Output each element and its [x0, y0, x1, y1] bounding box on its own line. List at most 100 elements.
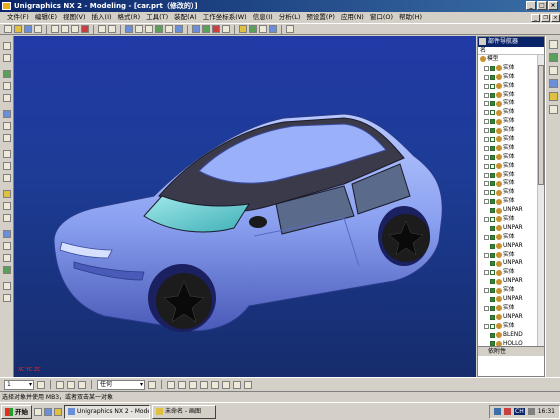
visibility-checkbox[interactable]: [490, 243, 495, 249]
visibility-checkbox[interactable]: [490, 92, 495, 98]
ime-indicator[interactable]: CH: [514, 408, 525, 415]
tangent-icon[interactable]: [244, 380, 252, 389]
blend-icon[interactable]: [3, 150, 11, 158]
visibility-checkbox[interactable]: [490, 225, 495, 231]
menu-format[interactable]: 格式(R): [115, 12, 144, 23]
existing-point-icon[interactable]: [233, 380, 241, 389]
copy-icon[interactable]: [61, 25, 69, 33]
visibility-checkbox[interactable]: [490, 261, 495, 267]
expand-icon[interactable]: [484, 199, 489, 205]
cone-icon[interactable]: [3, 254, 11, 262]
layer-icon[interactable]: [222, 25, 230, 33]
menu-application[interactable]: 应用(N): [338, 12, 367, 23]
expand-icon[interactable]: [484, 172, 489, 178]
delete-icon[interactable]: [81, 25, 89, 33]
visibility-checkbox[interactable]: [490, 190, 495, 196]
rotate-icon[interactable]: [155, 25, 163, 33]
layer-select[interactable]: 1: [4, 379, 34, 390]
tree-item[interactable]: 实体: [480, 304, 538, 313]
zoom-icon[interactable]: [135, 25, 143, 33]
snap-end-icon[interactable]: [67, 380, 75, 389]
shaded-icon[interactable]: [202, 25, 210, 33]
car-model[interactable]: [14, 36, 476, 377]
shell-icon[interactable]: [3, 174, 11, 182]
hole-icon[interactable]: [3, 94, 11, 102]
tree-item[interactable]: UNPAR: [480, 313, 538, 322]
visibility-checkbox[interactable]: [490, 332, 495, 338]
sphere-icon[interactable]: [3, 266, 11, 274]
expand-icon[interactable]: [484, 234, 489, 240]
start-button[interactable]: 开始: [1, 404, 32, 419]
roles-icon[interactable]: [549, 105, 558, 114]
volume-icon[interactable]: [527, 408, 535, 415]
save-icon[interactable]: [24, 25, 32, 33]
paste-icon[interactable]: [71, 25, 79, 33]
visibility-checkbox[interactable]: [490, 234, 495, 240]
task-unigraphics[interactable]: Unigraphics NX 2 - Modeli...: [64, 404, 150, 419]
visibility-checkbox[interactable]: [490, 314, 495, 320]
chamfer-icon[interactable]: [3, 162, 11, 170]
visibility-checkbox[interactable]: [490, 74, 495, 80]
expand-icon[interactable]: [484, 181, 489, 187]
visibility-checkbox[interactable]: [490, 119, 495, 125]
tree-item[interactable]: 实体: [480, 179, 538, 188]
expand-icon[interactable]: [484, 252, 489, 258]
sketch-icon[interactable]: [3, 42, 11, 50]
maximize-button[interactable]: □: [537, 1, 547, 10]
expand-icon[interactable]: [484, 270, 489, 276]
unite-icon[interactable]: [3, 190, 11, 198]
layer-settings-icon[interactable]: [37, 380, 45, 389]
menu-window[interactable]: 窗口(O): [367, 12, 396, 23]
intersection-icon[interactable]: [222, 380, 230, 389]
pocket-icon[interactable]: [3, 122, 11, 130]
expand-icon[interactable]: [484, 101, 489, 107]
expand-icon[interactable]: [484, 136, 489, 142]
refresh-icon[interactable]: [175, 25, 183, 33]
select-all-icon[interactable]: [148, 380, 156, 389]
palette-icon[interactable]: [549, 92, 558, 101]
quicklaunch-explorer-icon[interactable]: [54, 407, 62, 416]
expand-icon[interactable]: [484, 92, 489, 98]
expand-icon[interactable]: [484, 216, 489, 222]
cut-icon[interactable]: [51, 25, 59, 33]
visibility-checkbox[interactable]: [490, 323, 495, 329]
expand-icon[interactable]: [484, 83, 489, 89]
visibility-checkbox[interactable]: [490, 65, 495, 71]
tree-item[interactable]: 实体: [480, 188, 538, 197]
tree-item[interactable]: 实体: [480, 108, 538, 117]
line-icon[interactable]: [167, 380, 175, 389]
visibility-checkbox[interactable]: [490, 101, 495, 107]
visibility-checkbox[interactable]: [490, 288, 495, 294]
menu-insert[interactable]: 插入(I): [89, 12, 115, 23]
datum-plane-icon[interactable]: [3, 282, 11, 290]
subtract-icon[interactable]: [3, 202, 11, 210]
quicklaunch-ie-icon[interactable]: [44, 407, 52, 416]
selection-filter[interactable]: 任何: [97, 379, 145, 390]
assembly-icon[interactable]: [269, 25, 277, 33]
visibility-checkbox[interactable]: [490, 128, 495, 134]
snap-mid-icon[interactable]: [78, 380, 86, 389]
visibility-checkbox[interactable]: [490, 279, 495, 285]
tree-item[interactable]: UNPAR: [480, 242, 538, 251]
doc-close-button[interactable]: ×: [551, 13, 560, 22]
tree-root-item[interactable]: 模型: [480, 55, 538, 64]
visibility-checkbox[interactable]: [490, 305, 495, 311]
quicklaunch-desktop-icon[interactable]: [34, 407, 42, 416]
menu-info[interactable]: 信息(I): [250, 12, 276, 23]
display-mode-icon[interactable]: [212, 25, 220, 33]
tree-item[interactable]: 实体: [480, 153, 538, 162]
block-icon[interactable]: [3, 230, 11, 238]
menu-edit[interactable]: 编辑(E): [32, 12, 60, 23]
visibility-checkbox[interactable]: [490, 216, 495, 222]
tree-item[interactable]: 实体: [480, 171, 538, 180]
tree-item[interactable]: 实体: [480, 268, 538, 277]
tree-item[interactable]: UNPAR: [480, 224, 538, 233]
tree-item[interactable]: UNPAR: [480, 277, 538, 286]
quadrant-icon[interactable]: [211, 380, 219, 389]
visibility-checkbox[interactable]: [490, 110, 495, 116]
web-browser-icon[interactable]: [549, 79, 558, 88]
expand-icon[interactable]: [484, 305, 489, 311]
boss-icon[interactable]: [3, 110, 11, 118]
history-icon[interactable]: [549, 66, 558, 75]
visibility-checkbox[interactable]: [490, 270, 495, 276]
